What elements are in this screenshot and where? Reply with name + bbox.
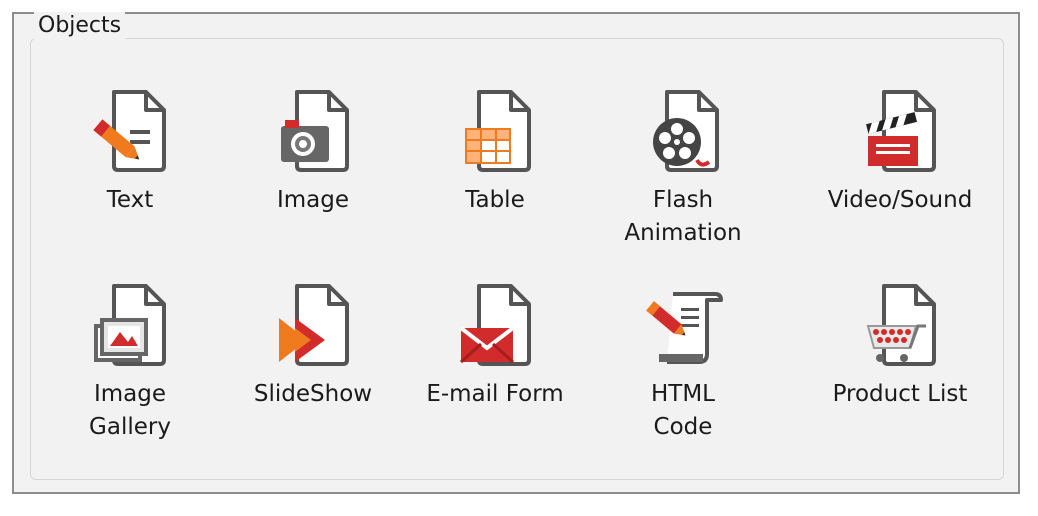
object-image-gallery[interactable]: Image Gallery bbox=[35, 280, 225, 444]
product-list-icon bbox=[866, 284, 936, 366]
video-sound-icon bbox=[866, 90, 936, 172]
email-form-icon bbox=[459, 284, 531, 366]
html-code-icon bbox=[646, 292, 723, 364]
slideshow-icon bbox=[279, 284, 349, 366]
flash-animation-icon bbox=[653, 90, 719, 172]
object-label: SlideShow bbox=[253, 381, 373, 407]
object-table[interactable]: Table bbox=[400, 86, 590, 217]
table-object-icon bbox=[465, 90, 531, 172]
object-email-form[interactable]: E-mail Form bbox=[400, 280, 590, 411]
text-object-icon bbox=[93, 90, 166, 172]
object-label: Image bbox=[276, 187, 350, 213]
object-slideshow[interactable]: SlideShow bbox=[218, 280, 408, 411]
object-label: HTML Code bbox=[650, 381, 715, 440]
object-html-code[interactable]: HTML Code bbox=[588, 280, 778, 444]
object-video-sound[interactable]: Video/Sound bbox=[805, 86, 995, 217]
object-label: Video/Sound bbox=[827, 187, 973, 213]
object-label: E-mail Form bbox=[426, 381, 564, 407]
object-label: Image Gallery bbox=[89, 381, 171, 440]
image-gallery-icon bbox=[94, 284, 166, 366]
image-object-icon bbox=[281, 90, 349, 172]
object-label: Flash Animation bbox=[624, 187, 742, 246]
object-label: Table bbox=[465, 187, 525, 213]
object-product-list[interactable]: Product List bbox=[805, 280, 995, 411]
objects-group-title: Objects bbox=[34, 12, 126, 40]
object-image[interactable]: Image bbox=[218, 86, 408, 217]
object-label: Product List bbox=[832, 381, 968, 407]
object-text[interactable]: Text bbox=[35, 86, 225, 217]
object-label: Text bbox=[106, 187, 154, 213]
object-flash-animation[interactable]: Flash Animation bbox=[588, 86, 778, 250]
